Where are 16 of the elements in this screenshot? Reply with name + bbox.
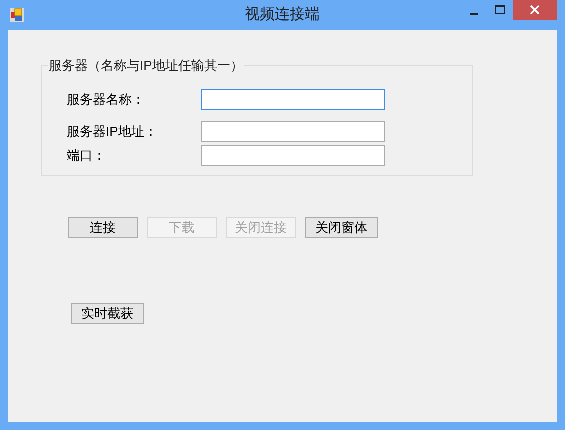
field-label: 服务器IP地址： (67, 122, 158, 140)
group-title: 服务器（名称与IP地址任输其一） (48, 57, 244, 75)
action-button[interactable]: 关闭窗体 (305, 217, 378, 238)
action-button[interactable]: 实时截获 (71, 303, 144, 324)
text-field[interactable] (201, 120, 385, 142)
minimize-icon (470, 12, 478, 14)
field-label: 服务器名称： (67, 90, 146, 108)
action-button[interactable]: 连接 (68, 217, 138, 238)
text-field[interactable] (201, 88, 385, 110)
app-icon (10, 8, 24, 22)
text-field[interactable] (201, 144, 385, 166)
maximize-icon (495, 5, 505, 15)
close-button[interactable] (513, 0, 557, 20)
close-icon (530, 5, 540, 15)
window-title: 视频连接端 (245, 5, 320, 26)
field-label: 端口： (67, 146, 107, 164)
